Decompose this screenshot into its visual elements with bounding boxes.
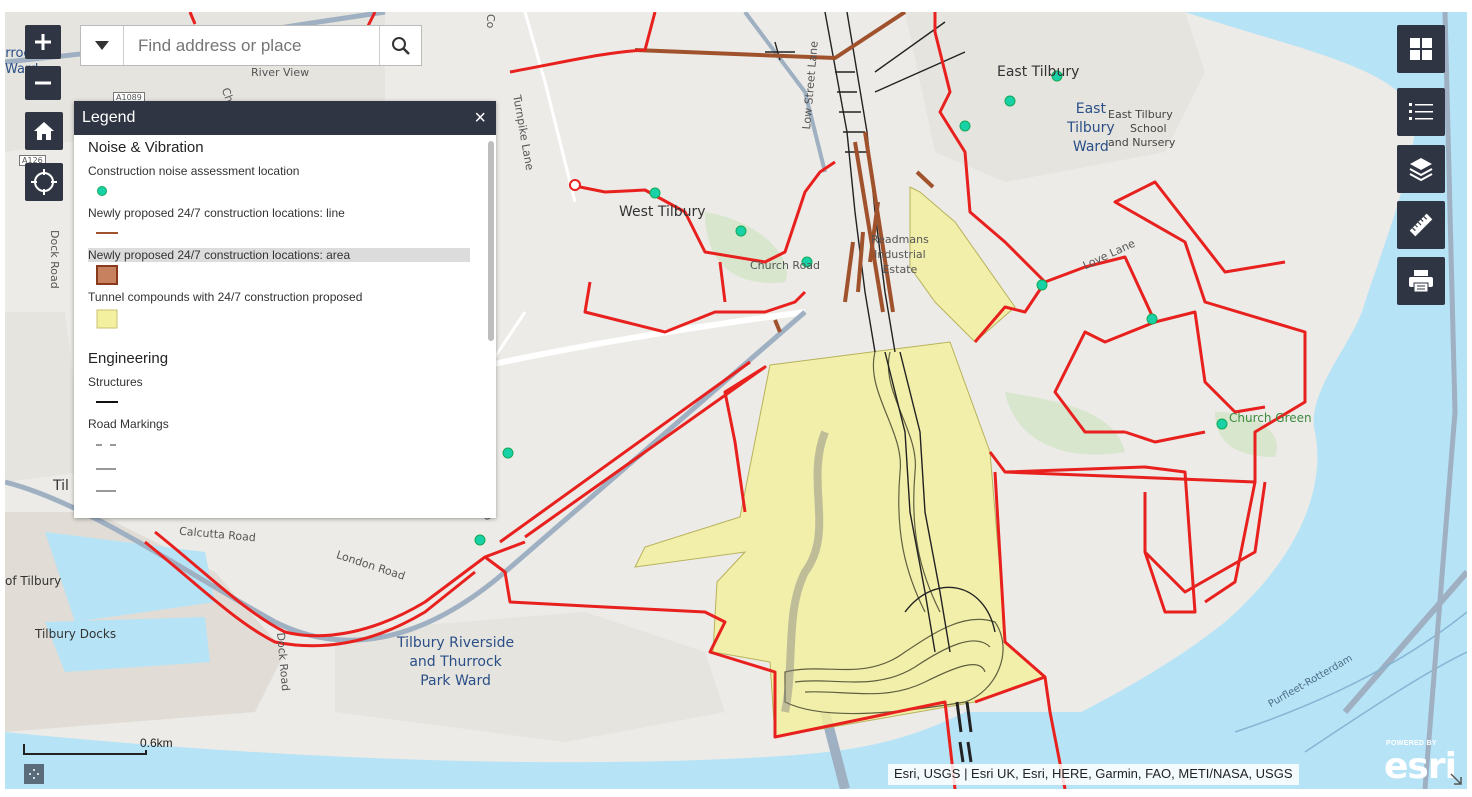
map-label-west-tilbury: West Tilbury bbox=[619, 204, 706, 220]
scale-bar bbox=[23, 744, 147, 755]
legend-group-engineering: Engineering bbox=[88, 350, 169, 367]
locate-button[interactable] bbox=[25, 163, 63, 201]
map-label-of-tilbury: of Tilbury bbox=[5, 574, 62, 588]
legend-toggle-button[interactable] bbox=[1397, 88, 1445, 136]
search-widget bbox=[80, 25, 422, 66]
legend-item-tunnel-compound: Tunnel compounds with 24/7 construction … bbox=[88, 290, 470, 330]
map-label-til: Til bbox=[53, 478, 69, 494]
resize-icon bbox=[1450, 773, 1462, 785]
noise-point-swatch bbox=[97, 186, 107, 196]
road-label-dock-road: Dock Road bbox=[48, 230, 61, 289]
home-button[interactable] bbox=[25, 112, 63, 150]
legend-item-construction-line: Newly proposed 24/7 construction locatio… bbox=[88, 206, 470, 242]
map-label-school: East Tilbury School and Nursery bbox=[1108, 108, 1176, 149]
construction-area-swatch bbox=[96, 265, 118, 285]
crosshair-icon bbox=[31, 169, 57, 195]
legend-scrollbar[interactable] bbox=[488, 141, 494, 341]
caret-down-icon bbox=[95, 41, 109, 50]
layer-list-button[interactable] bbox=[1397, 145, 1445, 193]
map-label-tilbury-riverside-ward: Tilbury Riverside and Thurrock Park Ward bbox=[397, 635, 515, 689]
legend-close-button[interactable]: × bbox=[474, 108, 486, 128]
dots-icon bbox=[29, 769, 39, 779]
legend-title: Legend bbox=[82, 109, 136, 126]
basemap-gallery-button[interactable] bbox=[1397, 25, 1445, 73]
legend-body[interactable]: Noise & Vibration Construction noise ass… bbox=[74, 135, 484, 518]
legend-header: Legend × bbox=[74, 101, 496, 135]
road-label-river-view: River View bbox=[251, 66, 310, 79]
list-icon bbox=[1409, 103, 1433, 120]
overview-toggle[interactable] bbox=[24, 764, 44, 784]
minus-icon bbox=[35, 81, 51, 85]
legend-item-structures: Structures bbox=[88, 375, 470, 411]
search-button[interactable] bbox=[379, 26, 421, 65]
search-input[interactable] bbox=[124, 26, 379, 65]
legend-item-noise-location: Construction noise assessment location bbox=[88, 164, 470, 200]
measure-button[interactable] bbox=[1397, 201, 1445, 249]
road-markings-swatch bbox=[96, 444, 116, 492]
structures-swatch bbox=[96, 401, 118, 403]
legend-item-road-markings: Road Markings bbox=[88, 417, 470, 501]
plus-icon bbox=[35, 34, 51, 50]
home-icon bbox=[34, 122, 54, 140]
legend-panel: Legend × Noise & Vibration Construction … bbox=[74, 101, 496, 518]
zoom-in-button[interactable] bbox=[25, 25, 61, 59]
printer-icon bbox=[1409, 270, 1433, 293]
search-source-dropdown[interactable] bbox=[81, 26, 124, 65]
map-label-east-tilbury: East Tilbury bbox=[997, 64, 1080, 80]
ruler-icon bbox=[1409, 213, 1433, 237]
print-button[interactable] bbox=[1397, 257, 1445, 305]
legend-item-construction-area: Newly proposed 24/7 construction locatio… bbox=[88, 248, 470, 285]
layers-icon bbox=[1409, 158, 1433, 182]
zoom-out-button[interactable] bbox=[25, 66, 61, 100]
tunnel-compound-swatch bbox=[96, 309, 118, 329]
attribution: Esri, USGS | Esri UK, Esri, HERE, Garmin… bbox=[888, 764, 1299, 785]
construction-line-swatch bbox=[96, 232, 118, 234]
grid-icon bbox=[1410, 38, 1432, 60]
scale-label: 0.6km bbox=[140, 736, 173, 750]
map-label-church-green: Church Green bbox=[1229, 411, 1312, 425]
map-label-tilbury-docks: Tilbury Docks bbox=[35, 627, 117, 641]
legend-group-noise: Noise & Vibration bbox=[88, 139, 204, 156]
map-label-industrial-estate: Readmans Industrial Estate bbox=[871, 233, 929, 276]
search-icon bbox=[391, 36, 410, 55]
road-label-church-road: Church Road bbox=[750, 259, 821, 272]
road-label-co: Co bbox=[484, 14, 497, 29]
